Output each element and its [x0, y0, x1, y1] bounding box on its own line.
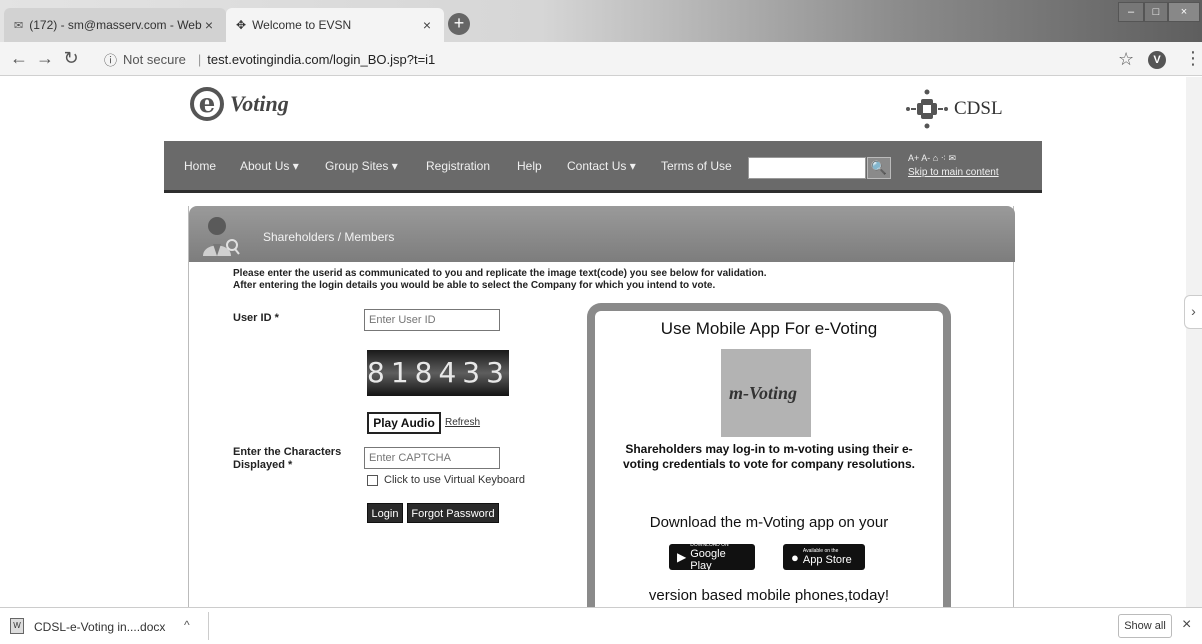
docx-file-icon: W [10, 618, 24, 634]
captcha-label-line: Displayed * [233, 459, 293, 471]
user-id-input[interactable] [364, 309, 500, 331]
nav-group-sites[interactable]: Group Sites ▾ [325, 159, 398, 173]
back-arrow-icon[interactable]: ← [8, 48, 30, 69]
cdsl-mark-icon [904, 89, 950, 129]
browser-titlebar: ✉ (172) - sm@masserv.com - Webr × ✥ Welc… [0, 0, 1202, 42]
address-bar[interactable]: ⓘ Not secure | test.evotingindia.com/log… [104, 46, 1084, 72]
maximize-button[interactable]: □ [1144, 2, 1168, 22]
play-icon: ▶ [677, 550, 687, 564]
panel-header: Shareholders / Members [189, 206, 1015, 262]
play-audio-button[interactable]: Play Audio [367, 412, 441, 434]
virtual-keyboard-checkbox[interactable] [367, 474, 378, 486]
nav-terms-of-use[interactable]: Terms of Use [661, 159, 732, 173]
accessibility-tools[interactable]: A+ A- ⌂ ⁖ ✉ Skip to main content [908, 153, 999, 178]
nav-home[interactable]: Home [184, 159, 216, 173]
captcha-image: 818433 [367, 350, 509, 396]
browser-toolbar: ← → ↻ ⓘ Not secure | test.evotingindia.c… [0, 42, 1202, 76]
instruction-line: After entering the login details you wou… [233, 280, 716, 291]
mail-icon: ✉ [14, 19, 24, 32]
minimize-button[interactable]: – [1118, 2, 1144, 22]
nav-about-us[interactable]: About Us ▾ [240, 159, 299, 173]
apple-icon: ● [791, 549, 799, 565]
site-search-input[interactable] [748, 157, 866, 179]
panel-title: Shareholders / Members [263, 230, 395, 244]
evoting-logo[interactable]: e Voting [190, 87, 289, 121]
evsn-icon: ✥ [236, 18, 247, 32]
logo-text: Voting [230, 91, 289, 116]
mobile-app-promo: Use Mobile App For e-Voting m-Voting Sha… [587, 303, 951, 607]
cdsl-logo: CDSL [904, 89, 1003, 129]
m-voting-logo: m-Voting [721, 349, 811, 437]
nav-help[interactable]: Help [517, 159, 542, 173]
close-icon[interactable]: × [202, 17, 216, 33]
skip-to-main-link[interactable]: Skip to main content [908, 167, 999, 178]
google-play-button[interactable]: ▶ DOWNLOAD ON Google Play [669, 542, 755, 572]
url-text: test.evotingindia.com/login_BO.jsp?t=i1 [207, 51, 436, 67]
tab-label: Welcome to EVSN [252, 18, 352, 32]
close-icon[interactable]: × [1182, 616, 1191, 634]
mobile-promo-title: Use Mobile App For e-Voting [660, 319, 878, 338]
download-file-name[interactable]: CDSL-e-Voting in....docx [34, 620, 165, 634]
tab-evsn[interactable]: ✥ Welcome to EVSN × [226, 8, 444, 42]
forgot-password-button[interactable]: Forgot Password [407, 503, 499, 523]
user-id-label: User ID * [233, 312, 279, 324]
mobile-download-text: Download the m-Voting app on your [649, 514, 889, 531]
nav-registration[interactable]: Registration [426, 159, 490, 173]
google-play-text: Google Play [690, 548, 726, 572]
cdsl-text: CDSL [954, 98, 1003, 119]
app-store-button[interactable]: ● Available on the App Store [783, 544, 865, 570]
captcha-input[interactable] [364, 447, 500, 469]
app-store-text: App Store [802, 554, 852, 566]
captcha-label: Enter the Characters Displayed * [233, 446, 341, 472]
divider [208, 612, 209, 640]
tools-icons[interactable]: A+ A- ⌂ ⁖ ✉ [908, 153, 956, 163]
nav-contact-us[interactable]: Contact Us ▾ [567, 159, 636, 173]
divider: | [197, 51, 202, 67]
show-all-button[interactable]: Show all [1118, 614, 1172, 638]
forward-arrow-icon[interactable]: → [34, 48, 56, 69]
page-scrollbar[interactable] [1186, 77, 1202, 607]
login-panel: Shareholders / Members Please enter the … [188, 206, 1015, 607]
chevron-right-icon[interactable]: › [1184, 295, 1202, 329]
refresh-captcha-link[interactable]: Refresh [445, 417, 480, 428]
profile-avatar[interactable]: V [1148, 51, 1166, 69]
tab-label: (172) - sm@masserv.com - Webr [29, 18, 202, 32]
login-button[interactable]: Login [367, 503, 403, 523]
mobile-promo-description: Shareholders may log-in to m-voting usin… [622, 442, 916, 471]
main-nav: Home About Us ▾ Group Sites ▾ Registrati… [164, 141, 1042, 193]
menu-kebab-icon[interactable]: ⋮ [1184, 48, 1202, 69]
virtual-keyboard-option[interactable]: Click to use Virtual Keyboard [367, 474, 525, 486]
instruction-line: Please enter the userid as communicated … [233, 268, 767, 279]
bookmark-star-icon[interactable]: ☆ [1118, 49, 1134, 70]
login-instructions: Please enter the userid as communicated … [233, 268, 766, 292]
mobile-footer-text: version based mobile phones,today! [648, 587, 890, 604]
chevron-up-icon[interactable]: ^ [184, 618, 190, 632]
info-icon[interactable]: ⓘ [104, 50, 117, 69]
e-logo-icon: e [190, 87, 224, 121]
close-icon[interactable]: × [420, 17, 434, 33]
tab-webmail[interactable]: ✉ (172) - sm@masserv.com - Webr × [4, 8, 226, 42]
security-label: Not secure [123, 51, 186, 67]
new-tab-button[interactable]: + [448, 13, 470, 35]
captcha-label-line: Enter the Characters [233, 446, 342, 458]
search-icon[interactable]: 🔍 [867, 157, 891, 179]
virtual-keyboard-label: Click to use Virtual Keyboard [384, 474, 526, 486]
download-bar: W CDSL-e-Voting in....docx ^ Show all × [0, 607, 1202, 644]
m-voting-logo-text: m-Voting [729, 383, 798, 403]
window-close-button[interactable]: × [1168, 2, 1200, 22]
shareholder-user-icon [201, 214, 241, 258]
page-content: e Voting CDSL Home About Us ▾ Group Site… [0, 77, 1202, 607]
reload-icon[interactable]: ↻ [60, 48, 82, 69]
